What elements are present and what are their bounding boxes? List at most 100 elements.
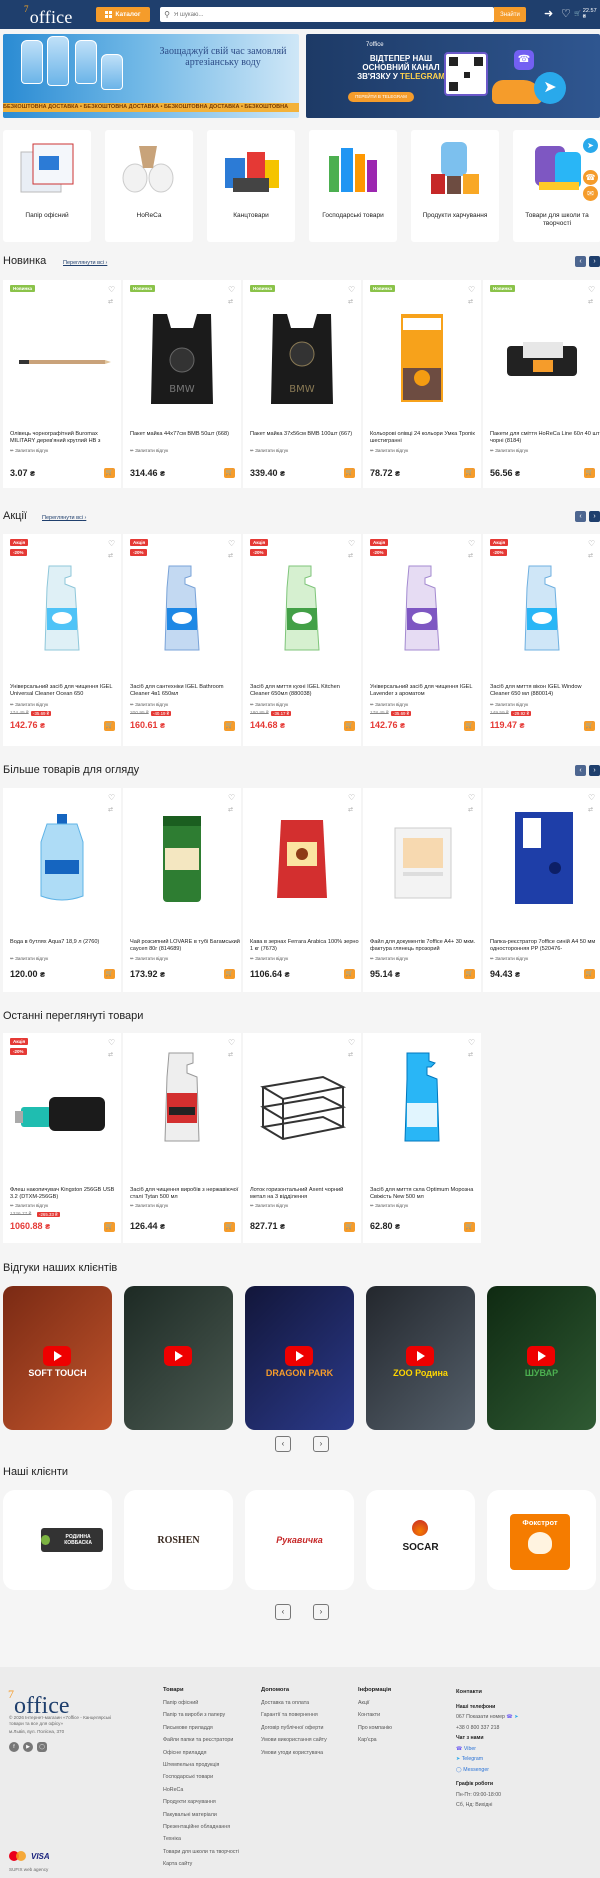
add-to-cart-button[interactable]: 🛒 — [584, 721, 595, 731]
ask-review-link[interactable]: ✏ Запитати відгук — [370, 702, 408, 708]
product-card[interactable]: Акція -20% ♡ ⇄ Засіб для миття вікон IGEL… — [483, 534, 600, 746]
site-logo[interactable]: 7office — [24, 3, 73, 27]
heart-icon[interactable]: ♡ — [108, 1039, 115, 1047]
footer-link[interactable]: Техніка — [163, 1833, 239, 1845]
ask-review-link[interactable]: ✏ Запитати відгук — [10, 956, 48, 962]
add-to-cart-button[interactable]: 🛒 — [104, 468, 115, 478]
sales-prev-arrow[interactable]: ‹ — [575, 511, 586, 522]
compare-icon[interactable]: ⇄ — [588, 298, 593, 305]
heart-icon[interactable]: ♡ — [228, 540, 235, 548]
clients-prev-button[interactable]: ‹ — [275, 1604, 291, 1620]
ask-review-link[interactable]: ✏ Запитати відгук — [130, 702, 168, 708]
ask-review-link[interactable]: ✏ Запитати відгук — [10, 1203, 48, 1209]
product-card[interactable]: ♡ ⇄ Папка-реєстратор 7office синій A4 50 … — [483, 788, 600, 992]
header-cart[interactable]: 🛒 22.57 ₴ — [574, 8, 600, 20]
footer-link[interactable]: Файли папки та реєстратори — [163, 1734, 239, 1746]
ask-review-link[interactable]: ✏ Запитати відгук — [130, 448, 168, 454]
compare-icon[interactable]: ⇄ — [108, 298, 113, 305]
telegram-link[interactable]: ➤ Telegram — [456, 1754, 519, 1765]
review-video[interactable]: DRAGON PARK — [245, 1286, 354, 1430]
product-card[interactable]: ♡ ⇄ Кава в зернах Ferrara Arabica 100% зе… — [243, 788, 361, 992]
product-card[interactable]: ♡ ⇄ Засіб для миття скла Optimum Морозна … — [363, 1033, 481, 1243]
heart-icon[interactable]: ♡ — [468, 794, 475, 802]
view-all-new-link[interactable]: Переглянути всі › — [63, 260, 107, 266]
footer-link[interactable]: Папір офісний — [163, 1697, 239, 1709]
ask-review-link[interactable]: ✏ Запитати відгук — [370, 448, 408, 454]
heart-icon[interactable]: ♡ — [348, 286, 355, 294]
ask-review-link[interactable]: ✏ Запитати відгук — [490, 956, 528, 962]
footer-link[interactable]: Письмове приладдя — [163, 1722, 239, 1734]
footer-link[interactable]: Гарантії та повернення — [261, 1709, 327, 1721]
chat-float-button[interactable]: ✉ — [583, 186, 598, 201]
catalog-button[interactable]: Каталог — [96, 7, 150, 22]
add-to-cart-button[interactable]: 🛒 — [224, 721, 235, 731]
wishlist-icon[interactable]: ♡ — [561, 8, 571, 21]
category-card[interactable]: Господарські товари — [309, 130, 397, 242]
add-to-cart-button[interactable]: 🛒 — [464, 1222, 475, 1232]
footer-link[interactable]: Штемпельна продукція — [163, 1759, 239, 1771]
add-to-cart-button[interactable]: 🛒 — [464, 969, 475, 979]
review-video[interactable]: SOFT TOUCH — [3, 1286, 112, 1430]
product-card[interactable]: ♡ ⇄ Чай розсипний LOVARE в тубі Багамськи… — [123, 788, 241, 992]
footer-link[interactable]: Карта сайту — [163, 1858, 239, 1870]
client-logo[interactable]: Рукавичка — [245, 1490, 354, 1590]
footer-link[interactable]: Кар'єра — [358, 1734, 392, 1746]
add-to-cart-button[interactable]: 🛒 — [584, 468, 595, 478]
ask-review-link[interactable]: ✏ Запитати відгук — [250, 448, 288, 454]
category-card[interactable]: Продукти харчування — [411, 130, 499, 242]
footer-link[interactable]: Презентаційне обладнання — [163, 1821, 239, 1833]
heart-icon[interactable]: ♡ — [108, 540, 115, 548]
heart-icon[interactable]: ♡ — [348, 1039, 355, 1047]
add-to-cart-button[interactable]: 🛒 — [224, 468, 235, 478]
category-card[interactable]: Канцтовари — [207, 130, 295, 242]
add-to-cart-button[interactable]: 🛒 — [584, 969, 595, 979]
ask-review-link[interactable]: ✏ Запитати відгук — [10, 448, 48, 454]
phone-float-button[interactable]: ☎ — [583, 170, 598, 185]
product-card[interactable]: Акція -20% ♡ ⇄ Флеш накопичувач Kingston … — [3, 1033, 121, 1243]
ask-review-link[interactable]: ✏ Запитати відгук — [250, 702, 288, 708]
ask-review-link[interactable]: ✏ Запитати відгук — [370, 956, 408, 962]
product-card[interactable]: Акція -20% ♡ ⇄ Універсальний засіб для чи… — [3, 534, 121, 746]
footer-link[interactable]: Умови угоди користувача — [261, 1747, 327, 1759]
viber-link[interactable]: ☎ Viber — [456, 1744, 519, 1755]
product-card[interactable]: Акція -20% ♡ ⇄ Універсальний засіб для чи… — [363, 534, 481, 746]
add-to-cart-button[interactable]: 🛒 — [464, 468, 475, 478]
heart-icon[interactable]: ♡ — [588, 540, 595, 548]
footer-link[interactable]: Пакувальні матеріали — [163, 1809, 239, 1821]
review-video[interactable]: ZOO Родина — [366, 1286, 475, 1430]
product-card[interactable]: Новинка ♡ ⇄ Пакети для сміття HoReCa Line… — [483, 280, 600, 488]
sales-next-arrow[interactable]: › — [589, 511, 600, 522]
add-to-cart-button[interactable]: 🛒 — [344, 1222, 355, 1232]
view-all-sales-link[interactable]: Переглянути всі › — [42, 515, 86, 521]
water-banner[interactable]: Заощаджуй свій час замовляй артезіанську… — [3, 34, 299, 118]
product-card[interactable]: Акція -20% ♡ ⇄ Засіб для миття кухні IGEL… — [243, 534, 361, 746]
heart-icon[interactable]: ♡ — [348, 540, 355, 548]
phone-number[interactable]: +38 0 800 337 218 — [456, 1723, 519, 1734]
product-card[interactable]: ♡ ⇄ Лоток горизонтальний Axent чорний мет… — [243, 1033, 361, 1243]
compare-icon[interactable]: ⇄ — [468, 298, 473, 305]
ask-review-link[interactable]: ✏ Запитати відгук — [130, 956, 168, 962]
compare-icon[interactable]: ⇄ — [348, 298, 353, 305]
add-to-cart-button[interactable]: 🛒 — [464, 721, 475, 731]
heart-icon[interactable]: ♡ — [468, 286, 475, 294]
heart-icon[interactable]: ♡ — [108, 794, 115, 802]
client-logo[interactable]: SOCAR — [366, 1490, 475, 1590]
product-card[interactable]: ♡ ⇄ Вода в бутлях Aqua7 18,9 л (2760) ✏ З… — [3, 788, 121, 992]
add-to-cart-button[interactable]: 🛒 — [344, 468, 355, 478]
heart-icon[interactable]: ♡ — [588, 286, 595, 294]
search-button[interactable]: Знайти — [494, 7, 526, 22]
client-logo[interactable]: ROSHEN — [124, 1490, 233, 1590]
facebook-icon[interactable]: f — [9, 1742, 19, 1752]
ask-review-link[interactable]: ✏ Запитати відгук — [490, 702, 528, 708]
messenger-link[interactable]: ◯ Messenger — [456, 1765, 519, 1776]
add-to-cart-button[interactable]: 🛒 — [104, 969, 115, 979]
review-video[interactable] — [124, 1286, 233, 1430]
category-card[interactable]: Папір офісний — [3, 130, 91, 242]
youtube-icon[interactable]: ▶ — [23, 1742, 33, 1752]
footer-link[interactable]: Офісне приладдя — [163, 1747, 239, 1759]
new-prev-arrow[interactable]: ‹ — [575, 256, 586, 267]
heart-icon[interactable]: ♡ — [468, 540, 475, 548]
add-to-cart-button[interactable]: 🛒 — [344, 969, 355, 979]
reviews-prev-button[interactable]: ‹ — [275, 1436, 291, 1452]
footer-link[interactable]: Продукти харчування — [163, 1796, 239, 1808]
